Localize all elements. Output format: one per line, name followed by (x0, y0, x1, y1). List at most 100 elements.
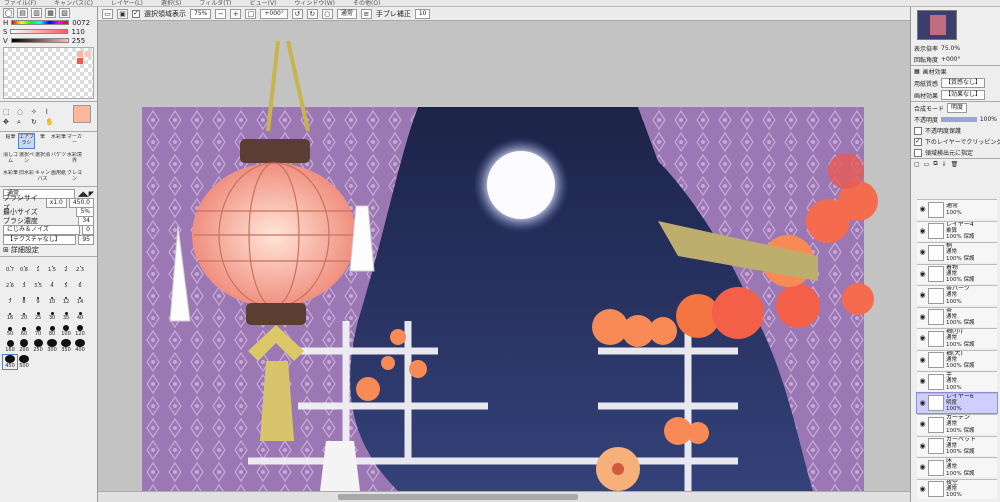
brush-size-preset[interactable]: 100 (59, 323, 73, 337)
tool-bucket[interactable]: バケツ (51, 152, 66, 166)
rotation-field[interactable]: +000° (260, 8, 288, 19)
menu-view[interactable]: ビュー(V) (250, 0, 277, 6)
scratch-pad[interactable] (3, 47, 94, 99)
tool-pencil[interactable]: 鉛筆 (3, 134, 18, 148)
menu-window[interactable]: ウィンドウ(W) (294, 0, 335, 6)
tool-watercolor[interactable]: 水彩筆 (51, 134, 66, 148)
new-layer-icon[interactable]: ▢ (914, 161, 920, 168)
color-hsv-icon[interactable]: ▦ (45, 7, 56, 18)
color-rgb-icon[interactable]: ▥ (31, 7, 42, 18)
artwork[interactable] (98, 21, 910, 491)
menu-file[interactable]: ファイル(F) (4, 0, 36, 6)
swatch[interactable] (77, 51, 83, 57)
menu-other[interactable]: その他(O) (353, 0, 380, 6)
brush-size-preset[interactable]: 10 (45, 291, 59, 305)
brush-size-preset[interactable]: 200 (17, 339, 31, 353)
magic-wand-icon[interactable]: ✧ (31, 108, 43, 116)
zoom-reset-button[interactable]: □ (245, 8, 257, 19)
layer-row[interactable]: ◉ 帯通常 100% 保護 (917, 306, 997, 327)
tool-canvas[interactable]: キャンバス (35, 170, 50, 184)
invert-selection-button[interactable]: ▣ (117, 8, 128, 19)
texture-value[interactable]: 95 (78, 235, 94, 245)
brush-size-preset[interactable]: 2.6 (3, 275, 17, 289)
zoom-field[interactable]: 75% (190, 8, 212, 19)
brush-size-preset[interactable]: 30 (45, 307, 59, 321)
nav-rot-value[interactable]: +000° (941, 56, 960, 63)
brush-size-preset[interactable]: 250 (31, 339, 45, 353)
value-slider[interactable] (10, 38, 69, 43)
tool-crayon[interactable]: クレヨン (67, 170, 82, 184)
tool-marker[interactable]: マーカー (67, 134, 82, 148)
layer-row[interactable]: ◉ 袖(小) 通常 100% 保護 (917, 328, 997, 348)
scroll-thumb[interactable] (338, 494, 578, 500)
zoom-out-button[interactable]: − (215, 8, 227, 19)
canvas-area[interactable] (98, 21, 910, 491)
opacity-slider[interactable] (941, 117, 977, 122)
brush-size-preset[interactable]: 25 (31, 307, 45, 321)
menu-filter[interactable]: フィルタ(T) (199, 0, 231, 6)
copy-layer-icon[interactable]: ⧉ (933, 160, 937, 168)
move-icon[interactable]: ✥ (3, 118, 15, 127)
brush-size-preset[interactable]: 1 (31, 259, 45, 273)
brush-size-preset[interactable]: 400 (73, 339, 87, 353)
brush-size-preset[interactable]: 0.7 (3, 259, 17, 273)
brush-size-preset[interactable]: 2 (59, 259, 73, 273)
eye-icon[interactable]: ◉ (919, 249, 926, 256)
brush-size-preset[interactable]: 50 (3, 323, 17, 337)
rotate-reset-icon[interactable]: ○ (321, 8, 333, 19)
brush-size-preset[interactable]: 8 (17, 291, 31, 305)
layer-row[interactable]: ◉ 夜空 通常 100% (917, 478, 997, 499)
brush-size-preset[interactable]: 3.5 (31, 275, 45, 289)
rotate-left-icon[interactable]: ↺ (291, 8, 303, 19)
swatch[interactable] (85, 51, 91, 57)
blend-mode-select[interactable]: 明度 (947, 103, 968, 113)
color-wheel-icon[interactable]: ◯ (3, 7, 14, 18)
brush-size-preset[interactable]: 450 (2, 354, 18, 370)
eye-icon[interactable]: ◉ (919, 421, 926, 428)
paper-texture-select[interactable]: 【質感なし】 (941, 78, 986, 88)
tool-select-pen[interactable]: 選択ペン (19, 152, 34, 166)
rotate-right-icon[interactable]: ↻ (306, 8, 318, 19)
brush-size-preset[interactable]: 80 (45, 323, 59, 337)
eye-icon[interactable]: ◉ (919, 270, 926, 278)
menu-layer[interactable]: レイヤー(L) (111, 0, 143, 6)
layer-row[interactable]: ◉ 手通常 100% (917, 371, 997, 391)
brush-size-preset[interactable]: 40 (73, 307, 87, 321)
tool-paper[interactable]: 画用紙 (51, 170, 66, 184)
layer-row[interactable]: ◉ 着物 通常 100% 保護 (917, 263, 997, 284)
layer-row[interactable]: ◉ 帯パーツ 通常 100% (917, 285, 997, 305)
detail-toggle-icon[interactable]: ⊞ (3, 246, 9, 254)
hue-slider[interactable] (11, 20, 70, 25)
eye-icon[interactable]: ◉ (919, 292, 926, 299)
zoom-icon[interactable]: ⌕ (17, 118, 29, 127)
protect-checkbox[interactable] (914, 126, 922, 135)
selected-color-swatch[interactable] (73, 105, 91, 123)
brush-size-preset[interactable]: 4 (45, 275, 59, 289)
paper-effect-select[interactable]: 【効果なし】 (941, 90, 986, 100)
brush-size-preset[interactable]: 60 (17, 323, 31, 337)
layer-row[interactable]: ◉ レイヤー4 乗算 100% 保護 (917, 220, 997, 241)
merge-down-icon[interactable]: ⇩ (942, 161, 947, 168)
show-selection-checkbox[interactable]: ✓ (132, 9, 140, 18)
density-value[interactable]: 34 (78, 215, 94, 226)
eye-icon[interactable]: ◉ (919, 399, 926, 407)
color-slider-icon[interactable]: ▤ (17, 7, 28, 18)
menu-select[interactable]: 選択(S) (161, 0, 182, 6)
layer-row[interactable]: ◉ カーテン 通常 100% 保護 (917, 414, 997, 434)
swatch[interactable] (77, 58, 83, 64)
tool-watercolor-2[interactable]: 水彩筆 (3, 170, 18, 184)
rotate-icon[interactable]: ↻ (31, 118, 43, 127)
brush-shape-icon[interactable]: ◢◣◤ (78, 190, 94, 198)
horizontal-scrollbar[interactable] (98, 491, 910, 502)
eye-icon[interactable]: ◉ (919, 313, 926, 321)
layer-row[interactable]: ◉ 桐通常 100% 保護 (917, 242, 997, 262)
eye-icon[interactable]: ◉ (919, 442, 926, 450)
brush-size-preset[interactable]: 35 (59, 307, 73, 321)
brush-size-preset[interactable]: 0.8 (17, 259, 31, 273)
navigator-thumbnail[interactable] (917, 10, 957, 40)
brush-size-preset[interactable]: 12 (59, 291, 73, 305)
delete-layer-icon[interactable]: 🗑 (951, 161, 959, 168)
blur-noise-value[interactable]: 0 (82, 225, 94, 235)
rect-select-icon[interactable]: ⬚ (3, 108, 15, 116)
brush-size-preset[interactable]: 300 (45, 339, 59, 353)
